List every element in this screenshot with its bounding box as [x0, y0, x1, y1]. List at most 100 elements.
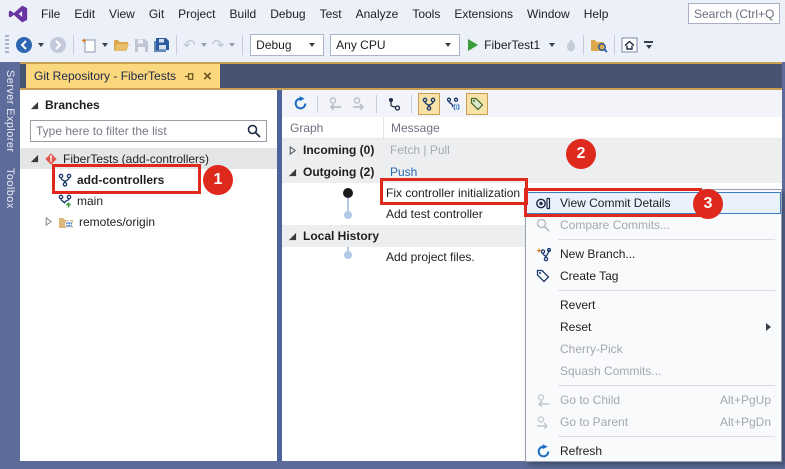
- refresh-button[interactable]: [289, 93, 311, 115]
- toolbar-separator: [583, 35, 584, 55]
- tab-git-repository[interactable]: Git Repository - FiberTests ×: [26, 64, 220, 88]
- tree-item-label: FiberTests (add-controllers): [63, 152, 209, 166]
- push-link[interactable]: Push: [390, 165, 417, 179]
- toolbar-separator: [614, 35, 615, 55]
- incoming-actions: Fetch | Pull: [390, 143, 450, 157]
- open-file-button[interactable]: [111, 33, 132, 57]
- menu-help[interactable]: Help: [577, 0, 616, 28]
- column-header-graph[interactable]: Graph: [290, 117, 323, 139]
- menu-item-view-commit-details[interactable]: View Commit Details: [526, 192, 781, 214]
- hot-reload-icon[interactable]: [563, 33, 579, 57]
- undo-dropdown-icon[interactable]: [201, 43, 207, 47]
- navigate-backward-dropdown-icon[interactable]: [38, 43, 44, 47]
- menu-edit[interactable]: Edit: [67, 0, 102, 28]
- menu-item-new-branch[interactable]: New Branch...: [526, 243, 781, 265]
- outgoing-section-row[interactable]: Outgoing (2) Push: [282, 161, 782, 183]
- toolbar-options-button[interactable]: [644, 41, 653, 49]
- show-tags-toggle[interactable]: [466, 93, 488, 115]
- expander-open-icon[interactable]: [288, 168, 297, 177]
- menu-item-cherry-pick: Cherry-Pick: [526, 338, 781, 360]
- sidebar-item-server-explorer[interactable]: Server Explorer: [4, 70, 16, 152]
- menu-item-revert[interactable]: Revert: [526, 294, 781, 316]
- navigate-forward-button[interactable]: [47, 33, 69, 57]
- expander-open-icon[interactable]: [288, 232, 297, 241]
- toolbar-separator: [317, 95, 318, 113]
- start-debugging-button[interactable]: FiberTest1: [463, 38, 563, 52]
- toolbar-separator: [176, 35, 177, 55]
- menu-shortcut: Alt+PgDn: [720, 415, 771, 429]
- solution-configurations-dropdown[interactable]: Debug: [250, 34, 324, 56]
- fetch-link[interactable]: Fetch: [390, 143, 420, 157]
- tree-item-main[interactable]: main: [20, 190, 277, 211]
- branches-section-header[interactable]: Branches: [20, 90, 277, 112]
- commit-dot: [343, 188, 353, 198]
- expander-closed-icon[interactable]: [44, 217, 53, 226]
- menu-separator: [558, 385, 775, 386]
- solution-platforms-dropdown[interactable]: Any CPU: [330, 34, 460, 56]
- redo-button[interactable]: ↷: [210, 33, 227, 57]
- toolbar-separator: [242, 35, 243, 55]
- home-button[interactable]: [619, 33, 640, 57]
- tree-item-remotes-origin[interactable]: remotes/origin: [20, 211, 277, 232]
- go-to-parent-button[interactable]: [348, 93, 370, 115]
- close-icon[interactable]: ×: [203, 69, 212, 84]
- sidebar-item-toolbox[interactable]: Toolbox: [4, 168, 16, 209]
- tree-item-add-controllers[interactable]: add-controllers: [20, 169, 277, 190]
- expander-open-icon[interactable]: [30, 154, 39, 163]
- expander-open-icon: [30, 101, 39, 110]
- redo-dropdown-icon[interactable]: [229, 43, 235, 47]
- navigate-backward-button[interactable]: [13, 33, 35, 57]
- save-all-button[interactable]: [151, 33, 172, 57]
- search-icon[interactable]: [247, 124, 261, 138]
- tree-item-label: add-controllers: [77, 173, 164, 187]
- menu-separator: [558, 239, 775, 240]
- menu-item-refresh[interactable]: Refresh: [526, 440, 781, 462]
- menu-git[interactable]: Git: [142, 0, 171, 28]
- pull-link[interactable]: Pull: [430, 143, 450, 157]
- menu-analyze[interactable]: Analyze: [349, 0, 406, 28]
- tab-title: Git Repository - FiberTests: [34, 69, 176, 83]
- show-remote-branches-toggle[interactable]: [442, 93, 464, 115]
- menu-item-create-tag[interactable]: Create Tag: [526, 265, 781, 287]
- branch-icon: [58, 173, 72, 187]
- undo-button[interactable]: ↶: [181, 33, 198, 57]
- branch-filter-input[interactable]: [31, 124, 247, 138]
- new-project-dropdown-icon[interactable]: [102, 43, 108, 47]
- toolbar-grip[interactable]: [5, 35, 9, 55]
- menu-test[interactable]: Test: [313, 0, 349, 28]
- incoming-label: Incoming (0): [303, 143, 374, 157]
- chevron-down-icon: [646, 45, 652, 49]
- quick-search-input[interactable]: [688, 3, 780, 24]
- platform-value: Any CPU: [336, 38, 442, 52]
- menu-debug[interactable]: Debug: [263, 0, 312, 28]
- expander-closed-icon[interactable]: [288, 146, 297, 155]
- go-to-child-button[interactable]: [324, 93, 346, 115]
- column-header-message[interactable]: Message: [383, 117, 440, 139]
- tree-item-repo[interactable]: FiberTests (add-controllers): [20, 148, 277, 169]
- branches-pane: Branches FiberTests (add-controllers) ad…: [20, 90, 277, 461]
- commit-dot: [344, 251, 352, 259]
- git-repository-icon: [44, 152, 58, 166]
- pin-icon[interactable]: [184, 71, 195, 82]
- new-branch-icon: [530, 247, 556, 262]
- menu-item-squash-commits: Squash Commits...: [526, 360, 781, 382]
- incoming-section-row[interactable]: Incoming (0) Fetch | Pull: [282, 139, 782, 161]
- branches-tree: FiberTests (add-controllers) add-control…: [20, 148, 277, 232]
- menu-file[interactable]: File: [34, 0, 67, 28]
- new-project-button[interactable]: [78, 33, 99, 57]
- compare-commits-icon: [530, 218, 556, 232]
- toolbar-separator: [73, 35, 74, 55]
- toolbar-separator: [411, 95, 412, 113]
- menu-tools[interactable]: Tools: [405, 0, 447, 28]
- menu-build[interactable]: Build: [223, 0, 264, 28]
- menu-extensions[interactable]: Extensions: [447, 0, 520, 28]
- graph-view-button[interactable]: [383, 93, 405, 115]
- local-history-label: Local History: [303, 229, 379, 243]
- menu-item-reset[interactable]: Reset: [526, 316, 781, 338]
- menu-view[interactable]: View: [102, 0, 142, 28]
- find-in-files-button[interactable]: [588, 33, 610, 57]
- menu-window[interactable]: Window: [520, 0, 577, 28]
- save-button[interactable]: [132, 33, 151, 57]
- show-local-branches-toggle[interactable]: [418, 93, 440, 115]
- menu-project[interactable]: Project: [171, 0, 222, 28]
